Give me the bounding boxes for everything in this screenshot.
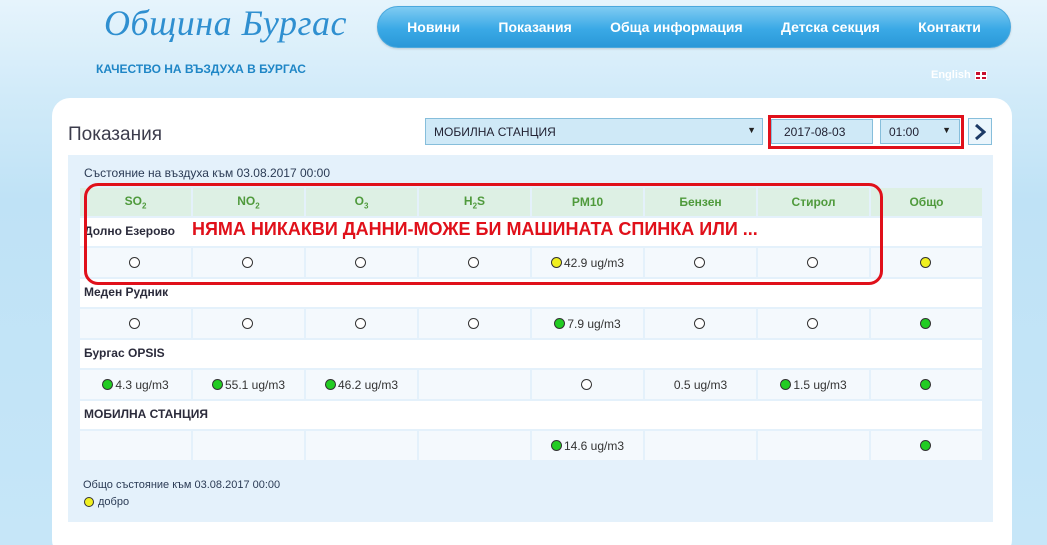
status-dot [920,378,931,390]
status-dot [920,256,931,268]
reading-cell [871,248,982,277]
reading-cell: 14.6 ug/m3 [532,431,643,460]
reading-value: 0.5 ug/m3 [673,377,728,392]
column-header: Общо [871,188,982,216]
station-name: Бургас OPSIS [80,340,982,368]
overall-state: Общо състояние към 03.08.2017 00:00 [83,479,281,491]
column-header-label: Общо [909,195,944,209]
reading-cell [80,309,191,338]
station-name-row: МОБИЛНА СТАНЦИЯ [80,401,982,429]
station-select[interactable]: МОБИЛНА СТАНЦИЯ ▼ [425,118,763,145]
chevron-down-icon: ▼ [747,125,756,135]
status-dot [84,497,94,507]
reading-cell [532,370,643,399]
status-dot [550,439,562,451]
nav-readings[interactable]: Показания [498,19,571,35]
status-dot [468,317,479,329]
reading-cell: 1.5 ug/m3 [758,370,869,399]
station-select-value: МОБИЛНА СТАНЦИЯ [434,125,556,139]
annotation-text: НЯМА НИКАКВИ ДАННИ-МОЖЕ БИ МАШИНАТА СПИН… [192,219,758,239]
overall-label: добро [98,496,130,508]
reading-cell [645,431,756,460]
reading-cell [193,431,304,460]
reading-cell [419,309,530,338]
status-dot [581,378,592,390]
status-dot [694,317,705,329]
status-dot [920,317,931,329]
station-name-row: Бургас OPSIS [80,340,982,368]
reading-cell: 55.1 ug/m3 [193,370,304,399]
main-nav: Новини Показания Обща информация Детска … [377,6,1011,48]
station-name: МОБИЛНА СТАНЦИЯ [80,401,982,429]
nav-contacts[interactable]: Контакти [918,19,981,35]
reading-cell [306,309,417,338]
reading-value: 1.5 ug/m3 [793,377,847,392]
reading-cell [871,370,982,399]
reading-cell [193,309,304,338]
reading-value: 4.3 ug/m3 [115,377,169,392]
reading-cell [80,431,191,460]
reading-cell [758,431,869,460]
page-title: Показания [68,124,162,145]
arrow-right-icon [975,123,986,140]
status-dot [129,317,140,329]
reading-cell: 0.5 ug/m3 [645,370,756,399]
language-label[interactable]: English [931,69,971,81]
go-button[interactable] [968,118,992,145]
status-dot [211,378,223,390]
status-dot [807,317,818,329]
reading-cell [871,431,982,460]
site-logo[interactable]: Община Бургас [104,2,347,44]
reading-value: 55.1 ug/m3 [224,377,286,392]
station-values-row: 7.9 ug/m3 [80,309,982,338]
reading-cell: 46.2 ug/m3 [306,370,417,399]
reading-cell [419,370,530,399]
reading-cell [871,309,982,338]
status-dot [780,378,792,390]
reading-value: 7.9 ug/m3 [567,316,621,331]
reading-cell: 4.3 ug/m3 [80,370,191,399]
status-dot [554,317,566,329]
status-dot [242,317,253,329]
reading-cell [645,309,756,338]
language-switch[interactable]: English [931,69,987,81]
reading-cell: 7.9 ug/m3 [532,309,643,338]
site-subtitle: КАЧЕСТВО НА ВЪЗДУХА В БУРГАС [96,62,306,76]
reading-cell [758,309,869,338]
reading-value: 14.6 ug/m3 [563,438,625,453]
overall-legend: добро [84,496,129,508]
station-values-row: 14.6 ug/m3 [80,431,982,460]
reading-cell [419,431,530,460]
status-dot [324,378,336,390]
station-values-row: 4.3 ug/m3 55.1 ug/m3 46.2 ug/m3 0.5 ug/m3 1.… [80,370,982,399]
uk-flag-icon[interactable] [974,70,987,80]
highlight-box-date [768,115,964,149]
status-dot [355,317,366,329]
air-state-title: Състояние на въздуха към 03.08.2017 00:0… [84,166,331,180]
status-dot [920,439,931,451]
reading-cell [306,431,417,460]
nav-general-info[interactable]: Обща информация [610,19,743,35]
reading-value: 46.2 ug/m3 [337,377,399,392]
nav-kids-section[interactable]: Детска секция [781,19,880,35]
status-dot [102,378,114,390]
nav-news[interactable]: Новини [407,19,460,35]
